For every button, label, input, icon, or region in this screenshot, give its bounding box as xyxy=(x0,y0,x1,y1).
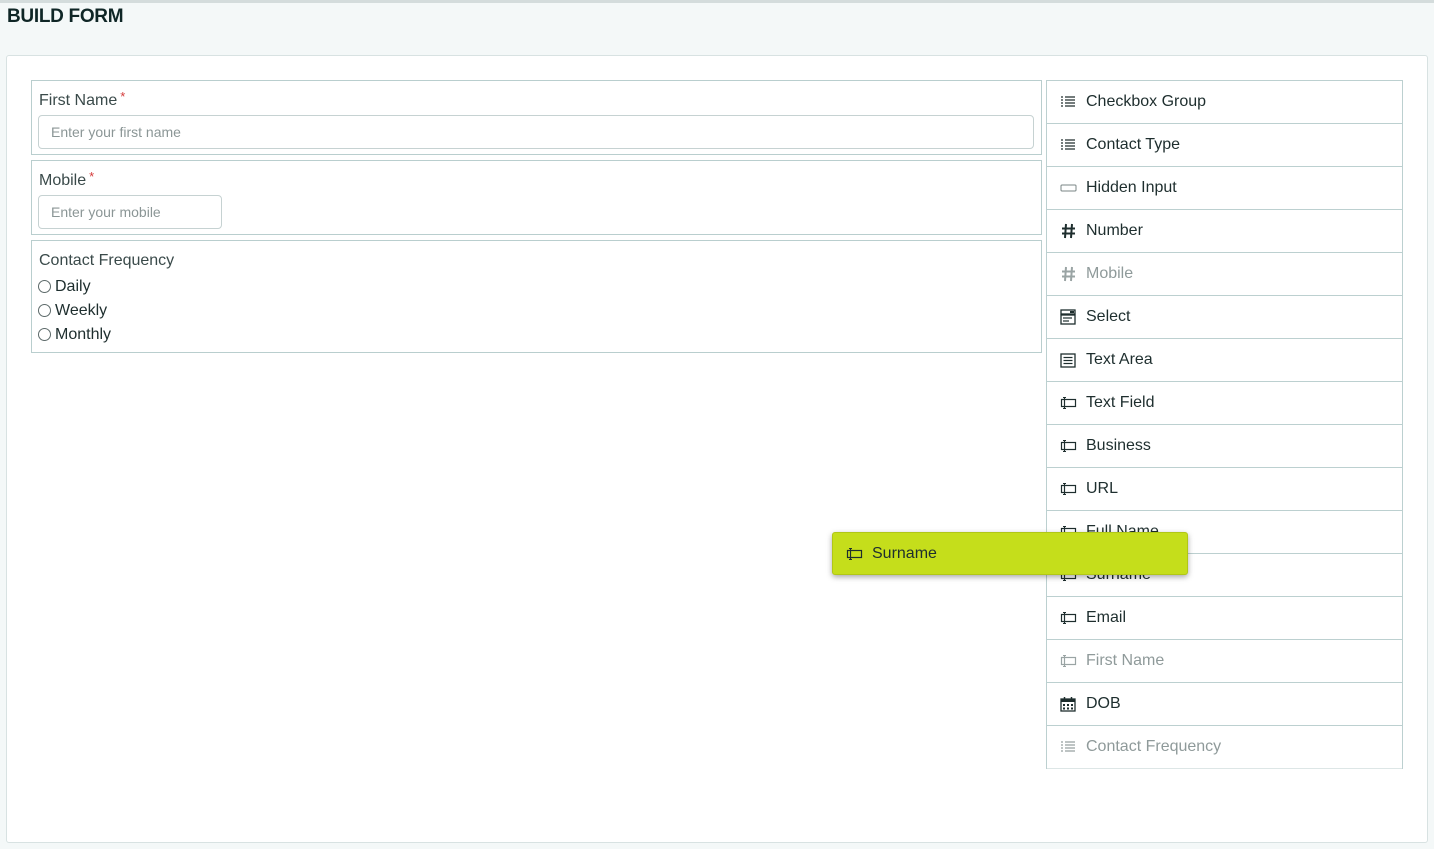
palette-item-label: Hidden Input xyxy=(1086,179,1177,196)
palette-item-label: Text Field xyxy=(1086,394,1155,411)
text-field-icon xyxy=(1059,394,1077,412)
text-field-icon xyxy=(845,545,863,563)
required-mark: * xyxy=(89,169,95,184)
palette-item-text-area[interactable]: Text Area xyxy=(1047,339,1402,382)
radio-label: Daily xyxy=(55,278,91,295)
text-field-icon xyxy=(1059,437,1077,455)
palette-item-label: Select xyxy=(1086,308,1131,325)
palette-item-label: Email xyxy=(1086,609,1127,626)
palette-item-label: Text Area xyxy=(1086,351,1153,368)
text-field-icon xyxy=(1059,480,1077,498)
field-label: First Name * xyxy=(39,89,126,110)
field-palette: Checkbox Group Contact Type Hidden Input… xyxy=(1046,80,1403,769)
palette-item-label: Contact Type xyxy=(1086,136,1180,153)
drag-ghost-label: Surname xyxy=(872,544,937,562)
palette-item-checkbox-group[interactable]: Checkbox Group xyxy=(1047,81,1402,124)
palette-item-label: Business xyxy=(1086,437,1151,454)
palette-item-label: Number xyxy=(1086,222,1143,239)
top-divider xyxy=(0,0,1434,3)
text-field-icon xyxy=(1059,652,1077,670)
form-field-contact-frequency[interactable]: Contact Frequency Daily Weekly Monthly xyxy=(31,240,1042,353)
radio-button[interactable] xyxy=(38,327,51,341)
drag-ghost-surname[interactable]: Surname xyxy=(832,532,1188,575)
list-icon xyxy=(1059,93,1077,111)
form-field-first-name[interactable]: First Name * xyxy=(31,80,1042,155)
palette-item-label: DOB xyxy=(1086,695,1121,712)
radio-button[interactable] xyxy=(38,279,51,293)
palette-item-text-field[interactable]: Text Field xyxy=(1047,382,1402,425)
hidden-input-icon xyxy=(1059,179,1077,197)
palette-item-number[interactable]: Number xyxy=(1047,210,1402,253)
radio-option-daily[interactable]: Daily xyxy=(38,278,91,296)
palette-item-hidden-input[interactable]: Hidden Input xyxy=(1047,167,1402,210)
palette-item-first-name: First Name xyxy=(1047,640,1402,683)
radio-option-weekly[interactable]: Weekly xyxy=(38,302,107,320)
palette-item-select[interactable]: Select xyxy=(1047,296,1402,339)
palette-item-label: Contact Frequency xyxy=(1086,738,1222,755)
page-title: BUILD FORM xyxy=(7,6,124,27)
hash-icon xyxy=(1059,222,1077,240)
mobile-input[interactable] xyxy=(38,195,222,229)
list-icon xyxy=(1059,738,1077,756)
palette-item-business[interactable]: Business xyxy=(1047,425,1402,468)
palette-item-contact-type[interactable]: Contact Type xyxy=(1047,124,1402,167)
palette-item-label: URL xyxy=(1086,480,1119,497)
palette-item-contact-frequency: Contact Frequency xyxy=(1047,726,1402,769)
radio-label: Weekly xyxy=(55,302,108,319)
field-label: Mobile * xyxy=(39,169,95,190)
palette-item-dob[interactable]: DOB xyxy=(1047,683,1402,726)
list-icon xyxy=(1059,136,1077,154)
select-icon xyxy=(1059,308,1077,326)
radio-label: Monthly xyxy=(55,326,112,343)
radio-button[interactable] xyxy=(38,303,51,317)
text-field-icon xyxy=(1059,609,1077,627)
field-label-text: Mobile xyxy=(39,172,87,189)
text-area-icon xyxy=(1059,351,1077,369)
palette-item-label: Checkbox Group xyxy=(1086,93,1207,110)
palette-item-label: First Name xyxy=(1086,652,1165,669)
field-label-text: First Name xyxy=(39,92,118,109)
palette-item-url[interactable]: URL xyxy=(1047,468,1402,511)
field-label: Contact Frequency xyxy=(39,252,175,269)
radio-option-monthly[interactable]: Monthly xyxy=(38,326,111,344)
palette-item-mobile: Mobile xyxy=(1047,253,1402,296)
form-field-mobile[interactable]: Mobile * xyxy=(31,160,1042,235)
required-mark: * xyxy=(120,89,126,104)
calendar-icon xyxy=(1059,695,1077,713)
hash-icon xyxy=(1059,265,1077,283)
first-name-input[interactable] xyxy=(38,115,1034,149)
palette-item-email[interactable]: Email xyxy=(1047,597,1402,640)
palette-item-label: Mobile xyxy=(1086,265,1134,282)
